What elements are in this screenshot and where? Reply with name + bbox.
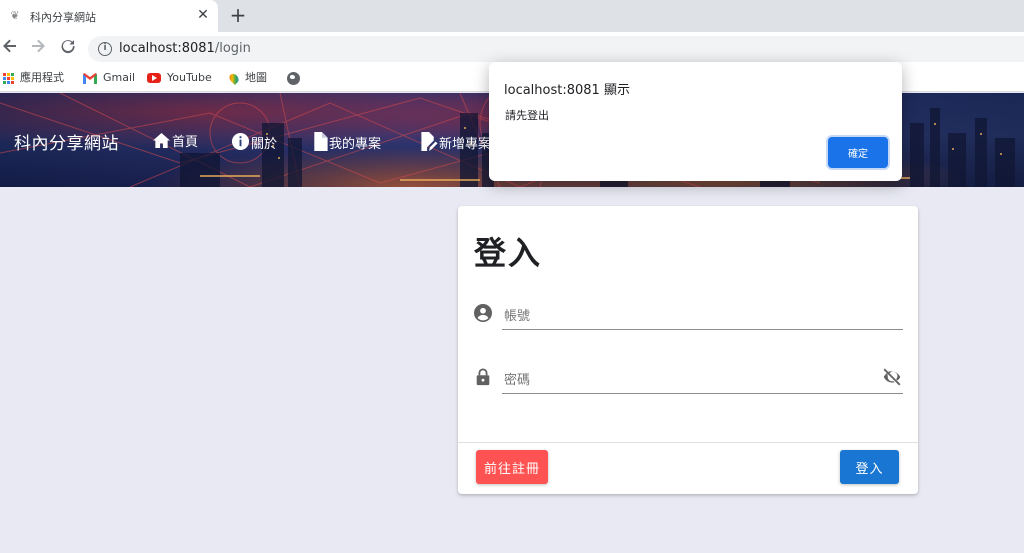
youtube-icon [147, 73, 161, 83]
nav-my-projects[interactable]: 我的專案 [312, 132, 381, 152]
visibility-off-icon[interactable] [881, 366, 903, 388]
bookmark-maps[interactable]: 地圖 [227, 70, 267, 86]
bookmark-apps[interactable]: 應用程式 [3, 70, 64, 86]
bookmark-globe[interactable] [287, 70, 306, 86]
browser-tab[interactable]: ❦ 科內分享網站 ✕ [0, 0, 218, 32]
account-circle-icon [474, 304, 492, 322]
site-info-icon[interactable]: i [98, 42, 112, 56]
reload-icon[interactable] [58, 38, 78, 58]
tab-close-icon[interactable]: ✕ [194, 6, 212, 24]
page-favicon-icon: ❦ [10, 9, 20, 22]
browser-tabstrip: ❦ 科內分享網站 ✕ + [0, 0, 1024, 32]
nav-about[interactable]: 關於 [231, 132, 277, 152]
back-arrow-icon[interactable] [0, 38, 20, 58]
login-card: 登入 前往註冊 登入 [458, 206, 918, 494]
tab-title: 科內分享網站 [30, 11, 96, 24]
home-icon [153, 132, 170, 149]
forward-arrow-icon[interactable] [28, 38, 48, 58]
edit-document-icon [421, 132, 438, 151]
card-divider [458, 442, 918, 443]
nav-home[interactable]: 首頁 [152, 132, 198, 150]
login-title: 登入 [474, 234, 543, 272]
password-field [474, 362, 903, 398]
bookmark-gmail[interactable]: Gmail [83, 70, 135, 86]
password-input[interactable] [502, 362, 903, 394]
bookmark-youtube[interactable]: YouTube [147, 70, 212, 86]
gmail-icon [83, 72, 97, 84]
info-circle-icon [231, 132, 250, 151]
apps-grid-icon [3, 72, 14, 84]
go-register-button[interactable]: 前往註冊 [476, 450, 548, 484]
dialog-title: localhost:8081 顯示 [504, 83, 630, 98]
address-bar[interactable]: i localhost:8081/login [88, 36, 1024, 62]
account-field [474, 298, 903, 334]
login-button[interactable]: 登入 [840, 450, 899, 484]
maps-icon [227, 71, 241, 85]
site-brand[interactable]: 科內分享網站 [14, 129, 119, 154]
lock-icon [476, 368, 490, 386]
dialog-message: 請先登出 [505, 109, 549, 122]
account-input[interactable] [502, 298, 903, 330]
dialog-ok-button[interactable]: 確定 [828, 137, 888, 168]
globe-icon [287, 71, 300, 85]
nav-new-project[interactable]: 新增專案 [420, 132, 491, 152]
url-text[interactable]: localhost:8081/login [119, 41, 251, 56]
new-tab-button[interactable]: + [228, 5, 248, 25]
alert-dialog: localhost:8081 顯示 請先登出 確定 [489, 62, 902, 181]
document-icon [314, 132, 328, 151]
